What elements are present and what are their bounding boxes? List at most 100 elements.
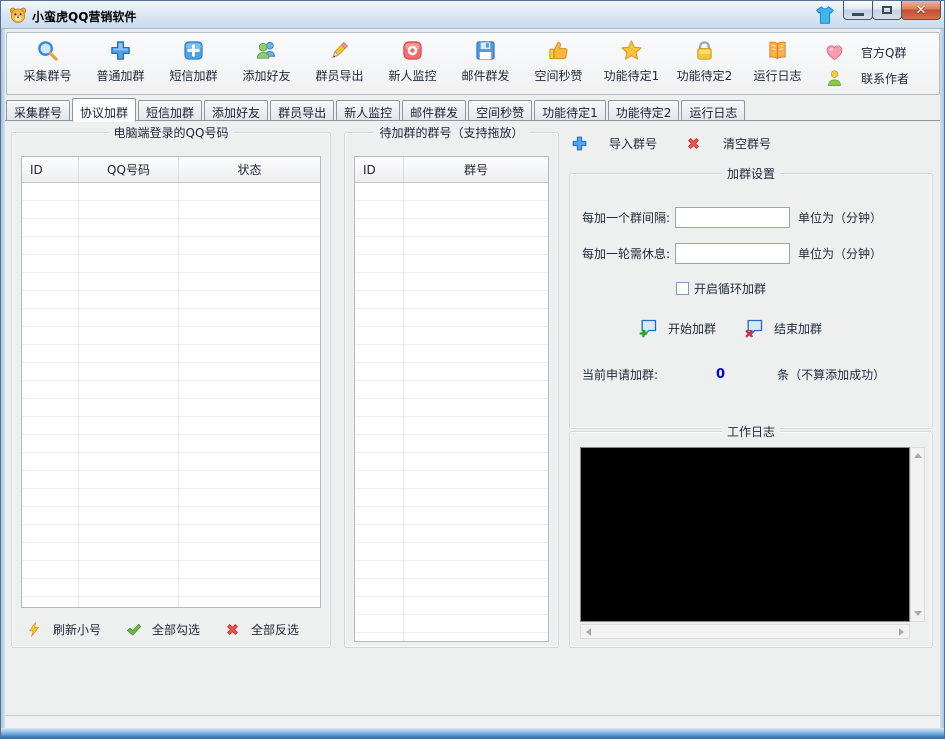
close-button[interactable]: ✕ [901,1,941,20]
counter-label: 当前申请加群: [582,368,659,382]
loop-checkbox[interactable] [676,282,689,295]
loop-checkbox-label: 开启循环加群 [694,282,767,296]
column-header-qq[interactable]: QQ号码 [79,157,179,182]
table-body[interactable] [22,183,320,607]
import-groups-button[interactable]: 导入群号 [571,135,657,152]
maximize-button[interactable] [872,1,902,20]
plus-icon [111,41,130,60]
tab-add-friends[interactable]: 添加好友 [204,100,269,121]
work-log-area[interactable] [580,447,910,622]
stop-bubble-icon [745,319,763,338]
refresh-accounts-button[interactable]: 刷新小号 [26,621,101,638]
lock-icon [697,41,712,60]
column-header-status[interactable]: 状态 [179,157,320,182]
column-header-id[interactable]: ID [355,157,404,182]
contact-author-label: 联系作者 [861,71,910,86]
skin-shirt-icon[interactable] [813,4,837,26]
official-qq-group-link[interactable]: 官方Q群 [821,39,929,65]
contact-author-link[interactable]: 联系作者 [821,65,929,91]
tab-pending2[interactable]: 功能待定2 [607,100,680,121]
toolbar-item-add-friends[interactable]: 添加好友 [230,37,303,91]
stop-join-button[interactable]: 结束加群 [744,318,822,338]
tab-collect-groups[interactable]: 采集群号 [6,100,71,121]
window-title: 小蛮虎QQ营销软件 [32,10,137,24]
scroll-up-icon[interactable] [911,449,924,462]
table-body[interactable] [355,183,548,641]
red-x-icon [227,624,238,635]
toolbar-item-qzone-like[interactable]: 空间秒赞 [522,37,595,91]
join-settings-groupbox: 加群设置 每加一个群间隔: 单位为（分钟） 每加一轮需休息: 单位为（分钟） 开… [569,167,933,429]
toolbar-item-label: 新人监控 [388,69,437,83]
lightning-icon [29,622,39,637]
toolbar-items: 采集群号 普通加群 短信加群 添加好友 群员导出 新人监控 邮件群发 空间秒赞 … [11,37,814,91]
join-settings-title: 加群设置 [721,167,780,181]
tab-pending1[interactable]: 功能待定1 [534,100,606,121]
toolbar-item-label: 群员导出 [315,69,364,83]
column-divider [178,183,179,607]
loop-checkbox-row: 开启循环加群 [676,280,766,297]
tab-content: 电脑端登录的QQ号码 ID QQ号码 状态 刷新小号 全部勾选 全部反选 待加群… [5,120,942,717]
check-all-button[interactable]: 全部勾选 [125,621,200,638]
book-icon [769,41,786,60]
toolbar-item-collect-groups[interactable]: 采集群号 [11,37,84,91]
star-icon [621,40,642,60]
thumbs-up-icon [549,41,568,60]
rest-label: 每加一轮需休息: [582,247,671,261]
invert-selection-label: 全部反选 [251,623,300,637]
toolbar-item-label: 空间秒赞 [534,69,583,83]
tiger-logo-icon [9,7,27,23]
counter-value: 0 [716,367,726,382]
minimize-button[interactable] [843,1,873,20]
person-icon [828,69,841,86]
plus-square-icon [184,41,203,60]
toolbar-item-label: 短信加群 [169,69,218,83]
interval-unit-label: 单位为（分钟） [798,211,883,225]
tab-strip: 采集群号 协议加群 短信加群 添加好友 群员导出 新人监控 邮件群发 空间秒赞 … [6,98,747,122]
clear-groups-button[interactable]: 清空群号 [685,135,771,152]
toolbar-item-export-members[interactable]: 群员导出 [303,37,376,91]
invert-selection-button[interactable]: 全部反选 [224,621,299,638]
pending-groups-table[interactable]: ID 群号 [354,156,549,642]
tab-qzone-like[interactable]: 空间秒赞 [468,100,533,121]
users-icon [256,41,276,59]
tab-run-log[interactable]: 运行日志 [681,100,746,121]
official-qq-group-label: 官方Q群 [861,45,907,60]
toolbar-item-run-log[interactable]: 运行日志 [741,37,814,91]
toolbar-item-normal-join[interactable]: 普通加群 [84,37,157,91]
column-header-id[interactable]: ID [22,157,79,182]
interval-input[interactable] [675,207,791,228]
toolbar-item-sms-join[interactable]: 短信加群 [157,37,230,91]
toolbar-item-mass-email[interactable]: 邮件群发 [449,37,522,91]
start-stop-row: 开始加群 结束加群 [638,318,822,338]
logged-qq-table[interactable]: ID QQ号码 状态 [21,156,321,608]
toolbar-item-label: 邮件群发 [461,69,510,83]
toolbar-item-newcomer-monitor[interactable]: 新人监控 [376,37,449,91]
minimize-icon [852,12,864,16]
table-header: ID QQ号码 状态 [22,157,320,183]
toolbar-item-label: 功能待定1 [603,69,660,83]
log-vertical-scrollbar[interactable] [910,447,925,622]
log-horizontal-scrollbar[interactable] [580,624,910,639]
tab-protocol-join[interactable]: 协议加群 [72,98,137,122]
import-groups-label: 导入群号 [608,137,657,151]
window-controls: ✕ [843,1,941,20]
pending-groups-title: 待加群的群号（支持拖放） [374,126,529,140]
tab-export-members[interactable]: 群员导出 [270,100,335,121]
search-icon [38,41,58,61]
scroll-left-icon[interactable] [582,625,595,638]
column-header-group[interactable]: 群号 [404,157,548,182]
scroll-down-icon[interactable] [911,607,924,620]
window-border-right [940,29,944,728]
tab-mass-email[interactable]: 邮件群发 [402,100,467,121]
tab-sms-join[interactable]: 短信加群 [138,100,203,121]
toolbar-item-pending2[interactable]: 功能待定2 [668,37,741,91]
start-bubble-icon [639,319,657,338]
title-bar: 小蛮虎QQ营销软件 ✕ [1,1,944,29]
rest-input[interactable] [675,243,791,264]
start-join-button[interactable]: 开始加群 [638,318,716,338]
tab-newcomer-monitor[interactable]: 新人监控 [336,100,401,121]
toolbar-item-pending1[interactable]: 功能待定1 [595,37,668,91]
scroll-right-icon[interactable] [895,625,908,638]
red-x-icon [688,138,699,149]
status-bar [2,715,943,728]
